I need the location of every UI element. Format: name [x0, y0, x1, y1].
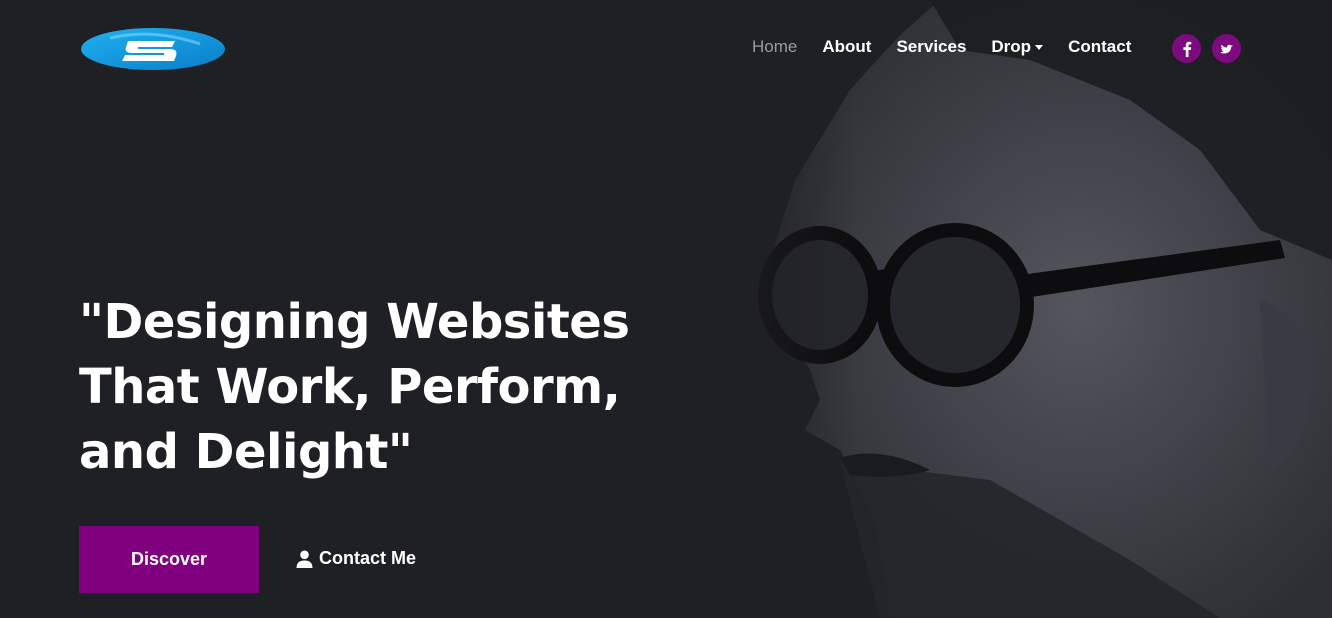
nav-item-services[interactable]: Services: [896, 37, 966, 57]
nav-item-home[interactable]: Home: [752, 37, 797, 57]
caret-down-icon: [1035, 45, 1044, 51]
hero-headline-line-1: "Designing Websites: [79, 294, 630, 350]
nav-item-contact[interactable]: Contact: [1068, 37, 1131, 57]
twitter-button[interactable]: [1212, 34, 1241, 63]
facebook-button[interactable]: [1172, 34, 1201, 63]
hero-headline-line-2: That Work, Perform,: [79, 359, 621, 415]
contact-me-button[interactable]: Contact Me: [296, 548, 416, 569]
nav-item-drop[interactable]: Drop: [991, 37, 1044, 57]
nav-item-about[interactable]: About: [822, 37, 871, 57]
user-icon: [296, 550, 313, 568]
social-links: [1172, 34, 1241, 63]
navbar: Home About Services Drop Contact: [0, 0, 1332, 96]
nav-item-drop-label: Drop: [991, 37, 1032, 56]
hero-headline-line-3: and Delight": [79, 424, 413, 480]
contact-me-label: Contact Me: [319, 548, 417, 568]
brand-logo[interactable]: [80, 26, 226, 72]
discover-button[interactable]: Discover: [79, 526, 259, 593]
facebook-icon: [1182, 41, 1191, 57]
hero-headline: "Designing Websites That Work, Perform, …: [79, 290, 679, 485]
twitter-icon: [1219, 44, 1233, 53]
nav-menu: Home About Services Drop Contact: [752, 37, 1131, 57]
